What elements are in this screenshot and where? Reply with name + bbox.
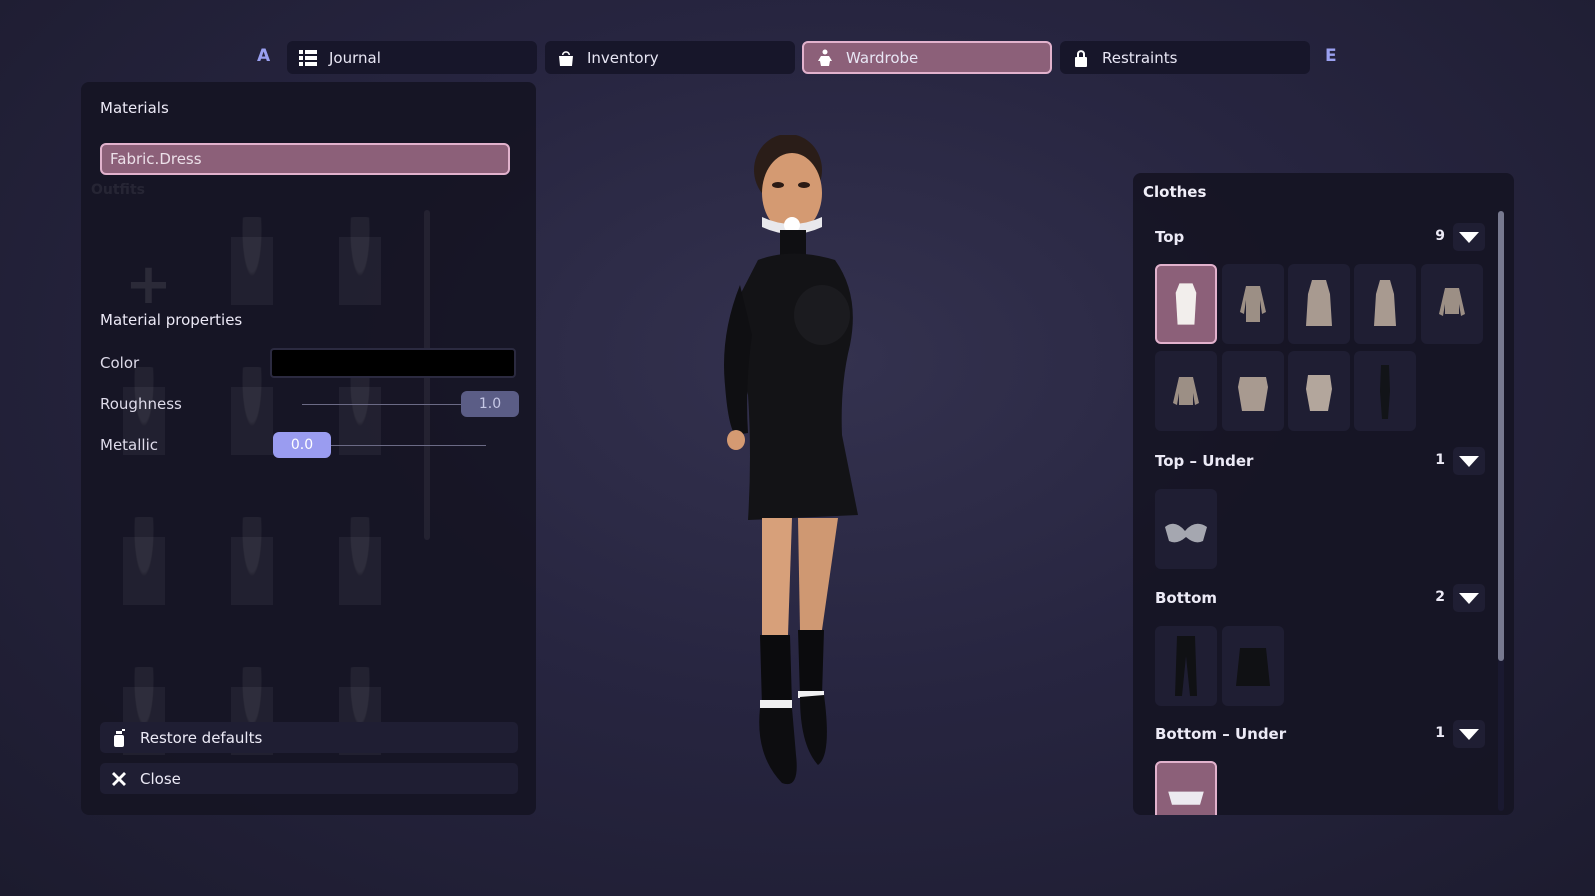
top-item-icon [1173,377,1199,405]
pants-item-icon [1175,636,1197,696]
color-label: Color [100,354,140,372]
close-icon [112,771,126,786]
clothing-item[interactable] [1222,626,1284,706]
category-name: Bottom [1155,589,1218,607]
underwear-bottom-item-icon [1168,791,1204,805]
materials-panel: Outfits + Materials Fabric.Dress Materia… [81,82,536,815]
top-item-icon [1238,377,1268,411]
color-swatch[interactable] [270,348,516,378]
close-button[interactable]: Close [100,763,518,794]
top-item-icon [1380,365,1390,419]
clothing-item[interactable] [1155,489,1217,569]
category-collapse-icon[interactable] [1453,447,1485,475]
clothing-item[interactable] [1222,264,1284,344]
list-icon [299,49,317,66]
outfit-thumbnail [339,217,381,327]
category-name: Top – Under [1155,452,1254,470]
clothing-item[interactable] [1288,351,1350,431]
outfit-thumbnail [231,367,273,477]
top-item-icon [1306,280,1332,326]
clothes-panel: Clothes Top 9 Top – Under 1 Bottom 2 Bot… [1133,173,1514,815]
underwear-top-item-icon [1165,523,1207,543]
restore-defaults-button[interactable]: Restore defaults [100,722,518,753]
clothing-item[interactable] [1354,351,1416,431]
tab-wardrobe[interactable]: Wardrobe [802,41,1052,74]
bag-icon [559,50,573,66]
materials-title: Materials [100,99,169,117]
roughness-slider-track[interactable] [302,404,462,405]
category-collapse-icon[interactable] [1453,584,1485,612]
category-bottom: Bottom 2 [1155,584,1485,612]
roughness-slider-handle[interactable]: 1.0 [461,391,519,417]
outfit-thumbnail [231,517,273,627]
outfit-thumbnail [339,367,381,477]
category-count: 9 [1435,228,1445,244]
clothing-item[interactable] [1155,626,1217,706]
category-collapse-icon[interactable] [1453,223,1485,251]
outfits-title: Outfits [91,182,145,198]
clothing-item[interactable] [1354,264,1416,344]
metallic-slider-handle[interactable]: 0.0 [273,432,331,458]
clothes-title: Clothes [1143,183,1207,201]
category-count: 1 [1435,725,1445,741]
nav-prev-key[interactable]: A [257,46,270,66]
category-count: 2 [1435,589,1445,605]
material-properties-title: Material properties [100,311,243,329]
nav-next-key[interactable]: E [1325,46,1337,66]
roughness-label: Roughness [100,395,182,413]
metallic-slider-track[interactable] [328,445,486,446]
material-selector[interactable]: Fabric.Dress [100,143,510,175]
clothing-item[interactable] [1288,264,1350,344]
close-label: Close [140,769,181,788]
category-name: Bottom – Under [1155,725,1287,743]
category-top: Top 9 [1155,223,1485,251]
tab-inventory-label: Inventory [587,48,659,67]
clothing-item[interactable] [1222,351,1284,431]
clothing-item[interactable] [1155,351,1217,431]
category-top-under: Top – Under 1 [1155,447,1485,475]
outfit-thumbnail [339,517,381,627]
skirt-item-icon [1236,648,1270,686]
restore-defaults-label: Restore defaults [140,728,263,747]
top-item-icon [1374,280,1396,326]
spray-can-icon [114,728,125,747]
hanger-icon [818,49,832,66]
outfit-thumbnail [123,517,165,627]
character-model [724,135,858,785]
tab-inventory[interactable]: Inventory [545,41,795,74]
top-item-icon [1240,286,1266,322]
top-item-icon [1439,288,1465,316]
outfit-thumbnail [123,367,165,477]
clothing-item[interactable] [1155,761,1217,815]
category-bottom-under: Bottom – Under 1 [1155,720,1485,748]
top-item-icon [1175,283,1197,325]
category-count: 1 [1435,452,1445,468]
tab-restraints[interactable]: Restraints [1060,41,1310,74]
top-item-icon [1306,375,1332,411]
tab-journal[interactable]: Journal [287,41,537,74]
clothing-item[interactable] [1155,264,1217,344]
category-collapse-icon[interactable] [1453,720,1485,748]
clothes-scrollbar-thumb[interactable] [1498,211,1504,661]
tab-journal-label: Journal [329,48,381,67]
tab-wardrobe-label: Wardrobe [846,48,919,67]
tab-restraints-label: Restraints [1102,48,1178,67]
category-name: Top [1155,228,1185,246]
metallic-label: Metallic [100,436,158,454]
add-outfit-icon: + [125,252,172,317]
clothing-item[interactable] [1421,264,1483,344]
lock-icon [1075,49,1087,67]
